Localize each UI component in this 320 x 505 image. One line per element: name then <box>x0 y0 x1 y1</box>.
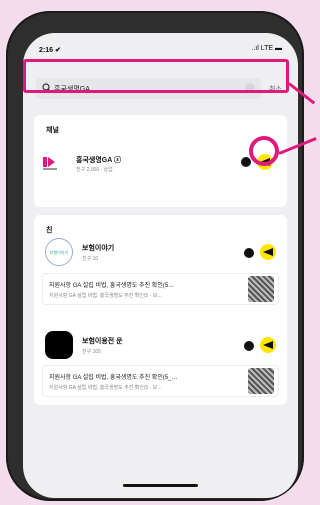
friend-meta: 친구 105 <box>82 349 101 355</box>
home-indicator <box>123 484 198 487</box>
channel-name[interactable]: 흥국생명GA ⓢ <box>76 155 121 165</box>
friend-meta: 친구 10 <box>82 256 99 262</box>
preview-subtitle: 지원사항 GA 설립 비법, 흥국생명도 추진 확인(5 · 보… <box>49 293 163 299</box>
chat-dot-icon[interactable] <box>244 248 254 258</box>
thumbnail <box>248 368 274 394</box>
add-friend-button[interactable] <box>260 244 276 260</box>
friend-name[interactable]: 보험이용전 운 <box>82 336 123 346</box>
follow-icon <box>263 248 273 256</box>
status-icons: ..ıl LTE ▬ <box>251 45 282 52</box>
list-item[interactable]: 지원사항 GA 설립 비법, 흥국생명도 추진 확인(5_… 지원사항 GA 설… <box>42 365 279 397</box>
status-time: 2:16 ✔ <box>39 47 61 54</box>
preview-title: 지원사항 GA 설립 비법, 흥국생명도 추진 확인(5… <box>49 283 175 289</box>
friends-card: 친 보험이야기 보험이야기 친구 10 지원사항 GA 설립 비법, 흥국생명도… <box>34 215 287 405</box>
channel-meta: 친구 2,000 · 상업 <box>76 167 113 173</box>
avatar[interactable]: 보험이야기 <box>45 238 73 266</box>
list-item[interactable]: 지원사항 GA 설립 비법, 흥국생명도 추진 확인(5… 지원사항 GA 설립… <box>42 273 279 305</box>
channel-logo <box>43 155 63 171</box>
channel-logo-icon <box>43 157 57 170</box>
search-highlight-box <box>23 59 289 93</box>
avatar[interactable] <box>45 331 73 359</box>
preview-title: 지원사항 GA 설립 비법, 흥국생명도 추진 확인(5_… <box>49 375 178 381</box>
add-friend-button[interactable] <box>260 337 276 353</box>
thumbnail <box>248 276 274 302</box>
chat-dot-icon[interactable] <box>241 157 251 167</box>
chat-dot-icon[interactable] <box>244 341 254 351</box>
channel-card: 채널 흥국생명GA ⓢ 친구 2,000 · 상업 <box>34 115 287 207</box>
preview-subtitle: 지원사항 GA 설립 비법, 흥국생명도 추진 확인(5 · 보… <box>49 385 163 391</box>
app-screen: 2:16 ✔ ..ıl LTE ▬ 흥국생명GA 취소 채널 흥국생명GA ⓢ … <box>23 33 298 498</box>
follow-highlight-circle <box>249 136 279 166</box>
friends-section-title: 친 <box>46 227 53 234</box>
follow-icon <box>263 341 273 349</box>
friend-name[interactable]: 보험이야기 <box>82 243 114 253</box>
channel-section-title: 채널 <box>46 127 59 134</box>
